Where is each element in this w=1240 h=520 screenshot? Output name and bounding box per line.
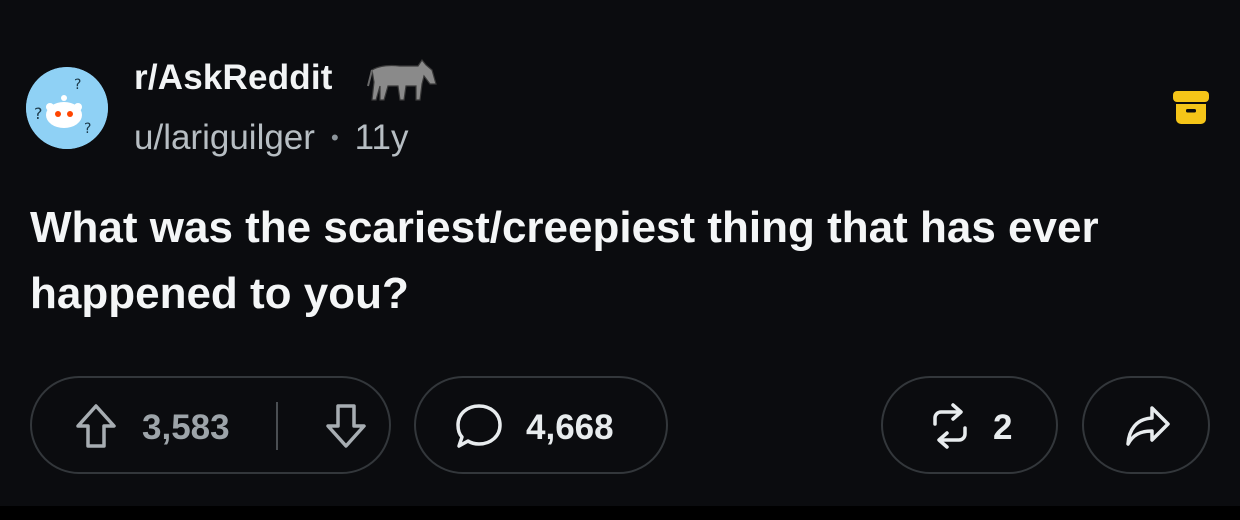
crosspost-button[interactable]: 2 [881,376,1058,474]
upvote-count: 3,583 [142,408,230,447]
archive-icon[interactable] [1172,90,1210,126]
share-arrow-icon [1126,406,1170,446]
reddit-snoo-question-avatar-icon: ? ? ? [26,67,108,149]
post-meta: u/lariguilger • 11y [134,118,408,158]
comment-bubble-icon [456,404,502,448]
meta-separator: • [330,125,339,150]
comments-button[interactable]: 4,668 [414,376,668,474]
upvote-arrow-icon[interactable] [74,402,118,450]
vote-bar: 3,583 [30,376,391,474]
subreddit-avatar[interactable]: ? ? ? [26,67,108,149]
crosspost-count: 2 [993,408,1013,447]
author-link[interactable]: u/lariguilger [134,118,315,158]
downvote-arrow-icon[interactable] [324,402,368,450]
crosspost-icon [933,403,967,449]
donkey-icon [367,58,437,101]
svg-text:?: ? [84,121,91,137]
svg-text:?: ? [34,104,43,123]
subreddit-name[interactable]: r/AskReddit [134,58,333,98]
comment-count: 4,668 [526,408,614,447]
vote-divider [276,402,278,450]
share-button[interactable] [1082,376,1210,474]
post-title[interactable]: What was the scariest/creepiest thing th… [30,195,1190,327]
bottom-edge [0,506,1240,520]
post-age: 11y [354,118,409,157]
svg-text:?: ? [74,77,81,93]
